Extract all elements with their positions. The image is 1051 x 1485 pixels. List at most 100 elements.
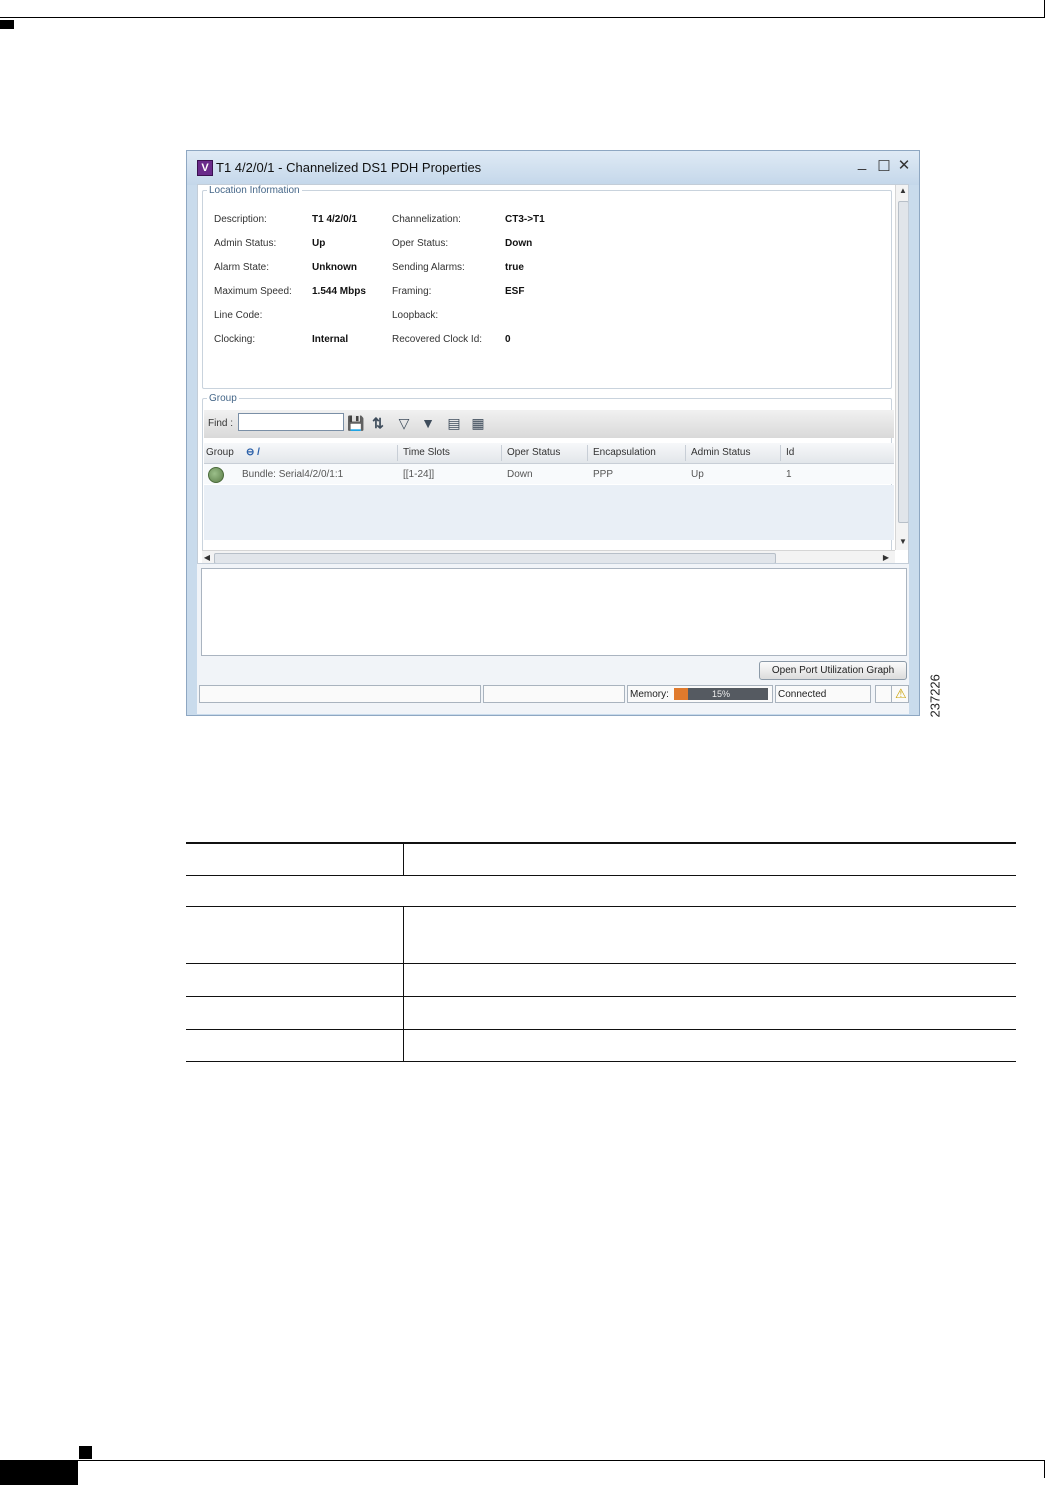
table-row-rule <box>186 996 1016 997</box>
alarm-state-label: Alarm State: <box>214 262 270 273</box>
column-separator[interactable] <box>780 445 781 461</box>
horizontal-scroll-thumb[interactable] <box>214 553 776 563</box>
description-value: T1 4/2/0/1 <box>312 214 358 225</box>
framing-value: ESF <box>505 286 525 297</box>
column-header-group[interactable]: Group <box>206 447 234 458</box>
horizontal-scrollbar[interactable]: ◀ ▶ <box>200 550 895 563</box>
cell-group: Bundle: Serial4/2/0/1:1 <box>242 469 344 480</box>
connection-status: Connected <box>775 685 871 703</box>
loopback-label: Loopback: <box>392 310 439 321</box>
group-table-header: Group ⊖ / Time Slots Oper Status Encapsu… <box>204 443 894 464</box>
memory-percent: 15% <box>711 689 730 699</box>
cell-oper-status: Down <box>507 469 533 480</box>
maximize-button[interactable]: ☐ <box>875 157 893 175</box>
cell-time-slots: [[1-24]] <box>403 469 435 480</box>
open-port-utilization-graph-button[interactable]: Open Port Utilization Graph <box>759 661 907 680</box>
table-empty-area <box>204 485 894 540</box>
table-header-rule <box>186 875 1016 876</box>
cell-encapsulation: PPP <box>593 469 614 480</box>
window-client: Location Information Description: T1 4/2… <box>197 184 909 714</box>
oper-status-label: Oper Status: <box>392 238 449 249</box>
column-header-time-slots[interactable]: Time Slots <box>403 447 450 458</box>
sending-alarms-value: true <box>505 262 524 273</box>
footer-rule <box>0 1460 1045 1461</box>
find-input[interactable] <box>238 413 344 431</box>
column-separator[interactable] <box>397 445 398 461</box>
properties-window: V T1 4/2/0/1 - Channelized DS1 PDH Prope… <box>186 150 920 716</box>
channelization-value: CT3->T1 <box>505 214 545 225</box>
header-mark <box>0 20 14 29</box>
save-icon[interactable]: 💾 <box>346 415 366 432</box>
memory-cell: Memory: 15% <box>627 685 773 703</box>
scroll-up-icon[interactable]: ▲ <box>896 186 908 195</box>
column-header-oper-status[interactable]: Oper Status <box>507 447 560 458</box>
column-header-encapsulation[interactable]: Encapsulation <box>593 447 656 458</box>
status-message-cell <box>199 685 481 703</box>
footer-rule-tick <box>1044 1460 1045 1478</box>
scroll-left-icon[interactable]: ◀ <box>200 553 214 562</box>
title-bar[interactable]: V T1 4/2/0/1 - Channelized DS1 PDH Prope… <box>187 151 919 185</box>
footer-mark <box>79 1446 92 1459</box>
alarm-state-value: Unknown <box>312 262 357 273</box>
column-separator[interactable] <box>685 445 686 461</box>
window-title: T1 4/2/0/1 - Channelized DS1 PDH Propert… <box>216 160 482 175</box>
export-icon[interactable]: ▤ <box>444 415 464 432</box>
connection-status-text: Connected <box>778 689 827 700</box>
vertical-scrollbar[interactable]: ▲ ▼ <box>895 185 908 550</box>
header-rule <box>0 17 1045 18</box>
warning-icon[interactable]: ⚠ <box>895 686 907 702</box>
framing-label: Framing: <box>392 286 432 297</box>
header-rule-tick <box>1044 0 1045 18</box>
scroll-right-icon[interactable]: ▶ <box>879 553 893 562</box>
table-bottom-rule <box>186 1061 1016 1062</box>
memory-bar: 15% <box>674 688 768 700</box>
recovered-clock-id-label: Recovered Clock Id: <box>392 334 483 345</box>
description-label: Description: <box>214 214 267 225</box>
recovered-clock-id-value: 0 <box>505 334 511 345</box>
globe-icon <box>208 467 224 483</box>
column-separator[interactable] <box>587 445 588 461</box>
column-header-admin-status[interactable]: Admin Status <box>691 447 750 458</box>
table-row-rule <box>186 1029 1016 1030</box>
cell-admin-status: Up <box>691 469 704 480</box>
admin-status-label: Admin Status: <box>214 238 277 249</box>
sort-icon[interactable]: ⇅ <box>368 415 388 432</box>
figure-id: 237226 <box>927 674 943 718</box>
close-button[interactable]: ✕ <box>895 156 913 174</box>
column-separator[interactable] <box>501 445 502 461</box>
table-row[interactable]: Bundle: Serial4/2/0/1:1 [[1-24]] Down PP… <box>204 464 894 484</box>
maximum-speed-value: 1.544 Mbps <box>312 286 366 297</box>
table-top-rule <box>186 842 1016 844</box>
channelization-label: Channelization: <box>392 214 461 225</box>
sending-alarms-label: Sending Alarms: <box>392 262 465 273</box>
column-header-id[interactable]: Id <box>786 447 794 458</box>
group-legend: Group <box>209 393 237 404</box>
properties-scroll-area: Location Information Description: T1 4/2… <box>197 184 909 564</box>
status-bar: Memory: 15% Connected ⚠ <box>197 684 909 706</box>
line-code-label: Line Code: <box>214 310 263 321</box>
footer-tab <box>0 1461 78 1485</box>
clocking-value: Internal <box>312 334 349 345</box>
warning-cell[interactable]: ⚠ <box>891 685 909 703</box>
cell-id: 1 <box>786 469 792 480</box>
scroll-down-icon[interactable]: ▼ <box>896 537 908 546</box>
table-row-rule <box>186 906 1016 907</box>
vertical-scroll-thumb[interactable] <box>898 201 908 523</box>
oper-status-value: Down <box>505 238 533 249</box>
doc-table <box>186 842 1016 1064</box>
detail-pane <box>201 568 907 656</box>
filter-icon[interactable]: ▽ <box>394 415 414 432</box>
export-all-icon[interactable]: ▦ <box>468 415 488 432</box>
table-row-rule <box>186 963 1016 964</box>
admin-status-value: Up <box>312 238 326 249</box>
memory-label: Memory: <box>630 689 669 700</box>
filter-edit-icon[interactable]: ▼ <box>418 415 438 431</box>
app-icon: V <box>197 160 213 176</box>
column-divider <box>403 842 404 875</box>
clocking-label: Clocking: <box>214 334 256 345</box>
location-information-group: Location Information <box>202 185 892 389</box>
collapse-icon[interactable]: ⊖ / <box>246 447 260 458</box>
column-divider <box>403 906 404 1061</box>
minimize-button[interactable]: _ <box>853 154 871 171</box>
location-information-legend: Location Information <box>209 185 300 196</box>
